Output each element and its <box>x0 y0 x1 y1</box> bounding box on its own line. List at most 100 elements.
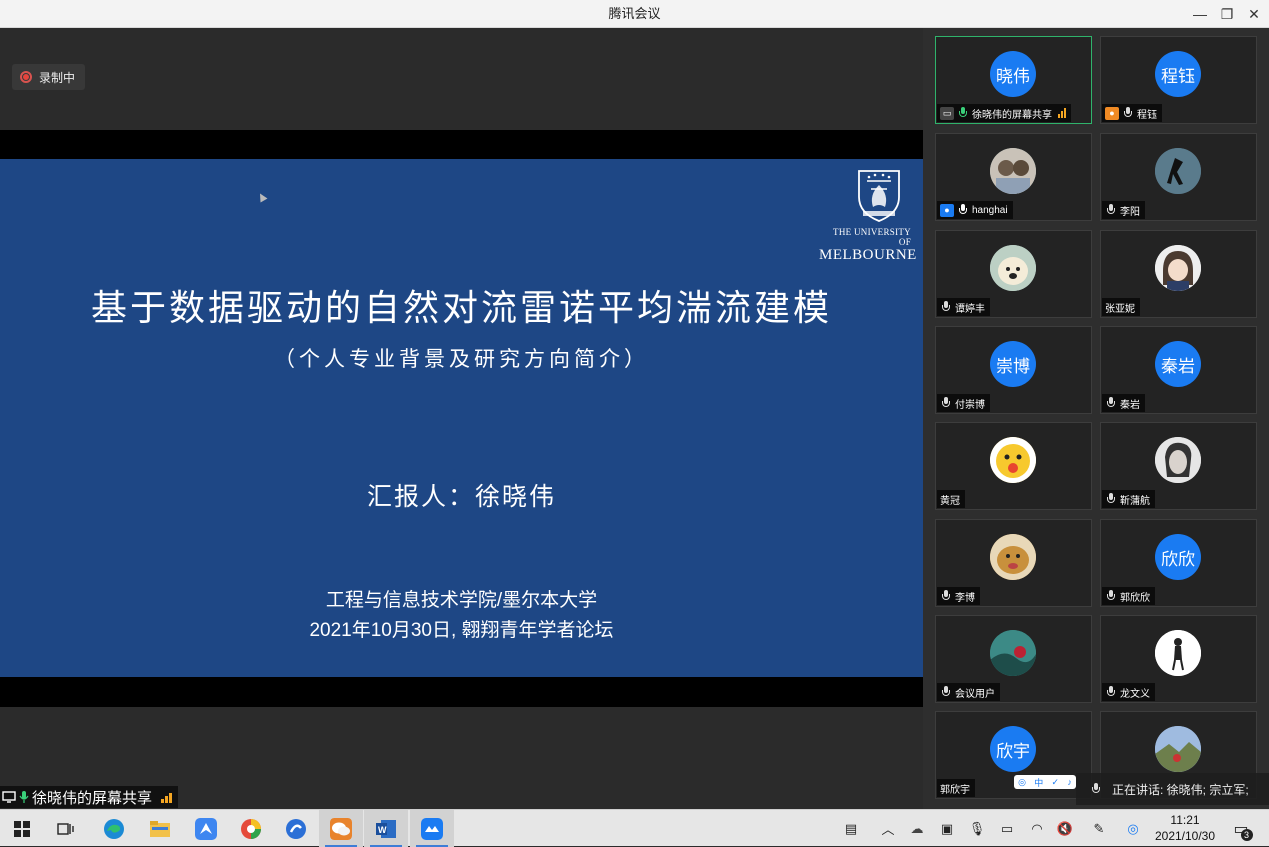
notification-count: 3 <box>1240 828 1253 841</box>
participant-name: 程钰 <box>1137 109 1157 121</box>
tencent-meeting-button[interactable] <box>410 810 454 847</box>
participant-photo-avatar <box>1155 148 1201 194</box>
participant-tile[interactable]: 崇博 付崇博 <box>935 326 1092 414</box>
wechat-icon <box>330 817 352 840</box>
window-title: 腾讯会议 <box>608 6 661 21</box>
microphone-icon <box>19 791 29 803</box>
signal-strength-icon <box>161 791 173 803</box>
screen-share-label[interactable]: 徐晓伟的屏幕共享 <box>0 786 179 808</box>
participant-avatar: 欣欣 <box>1155 534 1201 580</box>
screen-tray-icon[interactable]: ▣ <box>934 810 960 847</box>
participant-tile[interactable]: ● hanghai <box>935 133 1092 221</box>
university-name-line1: THE UNIVERSITY OF <box>833 227 911 247</box>
participant-avatar: 晓伟 <box>990 51 1036 97</box>
participant-name: 李阳 <box>1120 206 1140 218</box>
participant-nameplate: 龙文义 <box>1102 683 1155 701</box>
microphone-tray-icon[interactable]: 🎙 <box>964 810 990 847</box>
participant-tile[interactable]: 靳蒲航 <box>1100 422 1257 510</box>
slide-title: 基于数据驱动的自然对流雷诺平均湍流建模 <box>90 288 832 329</box>
participant-tile[interactable]: 张亚妮 <box>1100 230 1257 318</box>
participant-photo-avatar <box>990 630 1036 676</box>
participant-tile[interactable]: 秦岩 秦岩 <box>1100 326 1257 414</box>
microphone-on-icon <box>957 107 969 119</box>
participant-name: 谭婷丰 <box>955 303 985 315</box>
participant-nameplate: ▭ 徐晓伟的屏幕共享 <box>937 104 1071 122</box>
battery-tray-icon[interactable]: ▭ <box>994 810 1020 847</box>
mouse-cursor-icon <box>256 191 268 203</box>
participant-nameplate: 李博 <box>937 587 980 605</box>
user-blue-icon: ● <box>940 203 954 217</box>
start-button[interactable] <box>0 810 44 847</box>
slide-date-event: 2021年10月30日, 翱翔青年学者论坛 <box>309 620 614 641</box>
volume-tray-icon[interactable]: 🔇 <box>1052 810 1078 847</box>
slide-reporter: 汇报人：徐晓伟 <box>366 482 556 511</box>
task-view-button[interactable] <box>44 810 88 847</box>
microphone-muted-icon <box>1122 107 1134 119</box>
participant-nameplate: 张亚妮 <box>1102 298 1140 316</box>
browser-app-button[interactable] <box>229 810 273 847</box>
slide-institution: 工程与信息技术学院/墨尔本大学 <box>325 590 598 611</box>
wifi-tray-icon[interactable]: ◠ <box>1024 810 1050 847</box>
restore-button[interactable]: ❐ <box>1213 0 1241 28</box>
participant-nameplate: ● hanghai <box>937 201 1013 219</box>
edge-browser-button[interactable] <box>92 810 136 847</box>
word-icon: W <box>376 819 396 838</box>
wechat-button[interactable] <box>319 810 363 847</box>
taskbar-clock[interactable]: 11:21 2021/10/30 <box>1150 812 1220 844</box>
ime-tray-icon[interactable]: ◎ <box>1120 810 1146 847</box>
window-titlebar: 腾讯会议 — ❐ ✕ <box>0 0 1269 28</box>
file-explorer-button[interactable] <box>138 810 182 847</box>
input-method-toolbar[interactable]: ◎ 中 ✓ ♪ <box>1014 775 1076 789</box>
microphone-muted-icon <box>1090 783 1102 795</box>
recording-indicator[interactable]: 录制中 <box>12 64 86 90</box>
participant-tile[interactable]: 龙文义 <box>1100 615 1257 703</box>
notification-icon: ▭ 3 <box>1233 819 1253 841</box>
cloud-icon: ☁ <box>910 820 924 836</box>
microphone-muted-icon <box>1105 590 1117 602</box>
wifi-icon: ◠ <box>1031 820 1043 836</box>
show-hidden-icons-button[interactable]: ︿ <box>876 810 900 847</box>
participant-tile[interactable]: 李博 <box>935 519 1092 607</box>
minimize-button[interactable]: — <box>1186 0 1214 28</box>
participant-tile[interactable]: 李阳 <box>1100 133 1257 221</box>
notification-center-button[interactable]: ▭ 3 <box>1226 810 1256 847</box>
participant-tile[interactable]: 会议用户 <box>935 615 1092 703</box>
edge-icon <box>104 818 124 839</box>
microphone-on-icon <box>957 204 969 216</box>
slide-subtitle: （个人专业背景及研究方向简介） <box>274 347 649 371</box>
participant-tile[interactable]: 谭婷丰 <box>935 230 1092 318</box>
clock-time: 11:21 <box>1170 813 1200 827</box>
participant-avatar: 欣宇 <box>990 726 1036 772</box>
participant-avatar: 秦岩 <box>1155 341 1201 387</box>
circle-app-button[interactable] <box>274 810 318 847</box>
participant-tile[interactable]: 黄冠 <box>935 422 1092 510</box>
participant-avatar: 崇博 <box>990 341 1036 387</box>
pen-tray-icon[interactable]: ✎ <box>1086 810 1112 847</box>
participant-nameplate: 黄冠 <box>937 490 965 508</box>
participant-name: hanghai <box>972 204 1008 216</box>
windows-logo-icon <box>14 820 30 837</box>
volume-muted-icon: 🔇 <box>1056 820 1074 836</box>
battery-icon: ▭ <box>1000 820 1014 836</box>
microphone-muted-icon <box>940 686 952 698</box>
participant-photo-avatar <box>1155 726 1201 772</box>
feishu-app-button[interactable] <box>184 810 228 847</box>
microphone-muted-icon <box>1105 686 1117 698</box>
word-button[interactable]: W <box>364 810 408 847</box>
participant-photo-avatar <box>990 245 1036 291</box>
participant-name: 郭欣欣 <box>1120 592 1150 604</box>
blue-circle-app-icon <box>286 818 306 839</box>
colorful-circle-icon <box>241 818 261 839</box>
microphone-muted-icon <box>1105 204 1117 216</box>
news-widget-button[interactable]: ▤ <box>836 810 866 847</box>
ime-icon: ◎ <box>1127 820 1139 836</box>
participant-tile[interactable]: 欣欣 郭欣欣 <box>1100 519 1257 607</box>
participant-photo-avatar <box>1155 630 1201 676</box>
participant-tile[interactable]: 程钰 ● 程钰 <box>1100 36 1257 124</box>
close-button[interactable]: ✕ <box>1240 0 1268 28</box>
onedrive-tray-icon[interactable]: ☁ <box>904 810 930 847</box>
participant-name: 李博 <box>955 592 975 604</box>
tencent-meeting-icon <box>421 817 443 840</box>
task-view-icon <box>57 822 74 835</box>
participant-tile[interactable]: 晓伟 ▭ 徐晓伟的屏幕共享 <box>935 36 1092 124</box>
